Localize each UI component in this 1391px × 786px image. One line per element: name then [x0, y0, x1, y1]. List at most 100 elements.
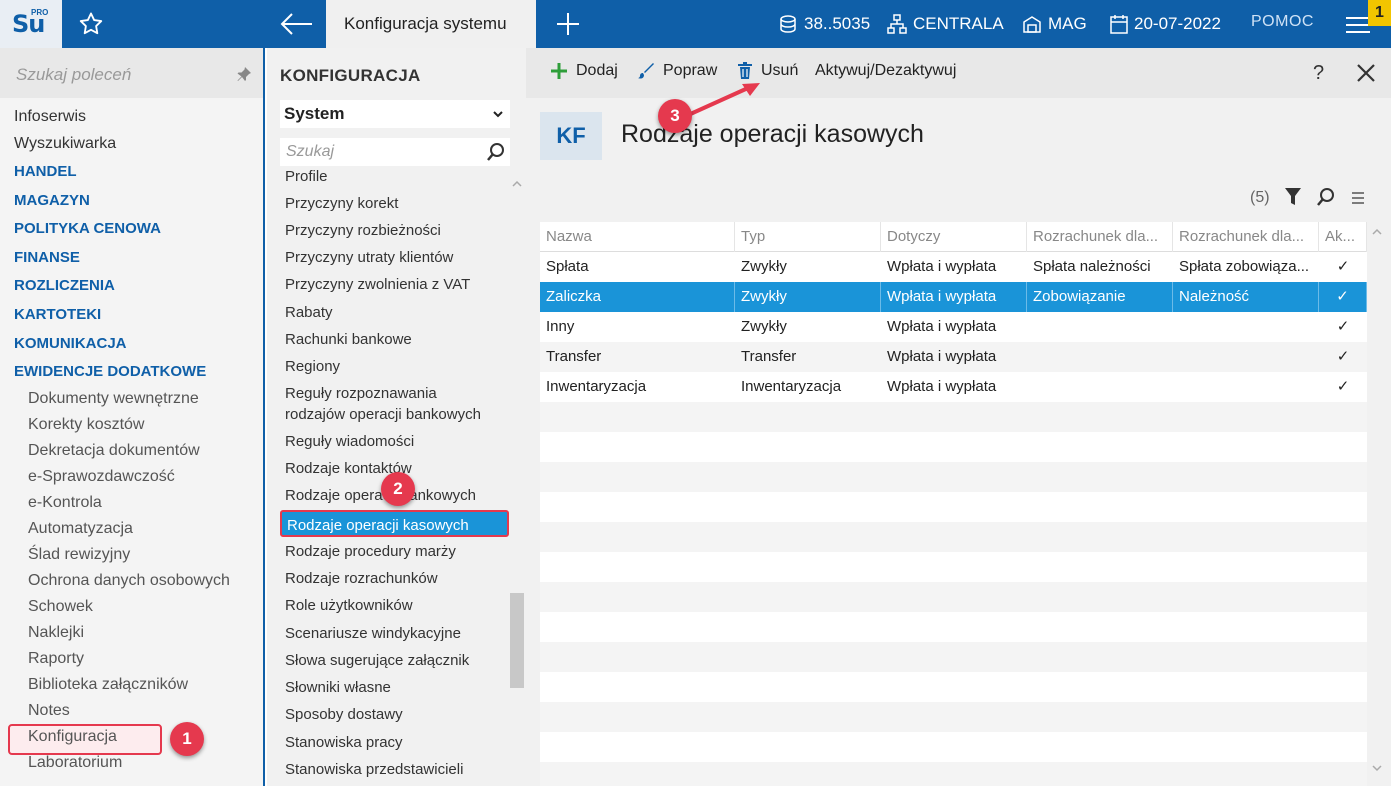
- date-indicator[interactable]: 20-07-2022: [1110, 0, 1221, 48]
- nav-item[interactable]: Ochrona danych osobowych: [28, 572, 230, 590]
- brush-icon: [638, 63, 654, 79]
- nav-item[interactable]: Biblioteka załączników: [28, 676, 188, 694]
- database-indicator[interactable]: 38..5035: [778, 0, 870, 48]
- back-arrow-icon[interactable]: [276, 8, 316, 40]
- nav-item[interactable]: ROZLICZENIA: [14, 277, 115, 294]
- config-item-selected[interactable]: Rodzaje operacji kasowych: [280, 510, 509, 537]
- pin-icon[interactable]: [236, 66, 252, 82]
- nav-item[interactable]: Dokumenty wewnętrzne: [28, 390, 199, 408]
- table-row[interactable]: Inwentaryzacja Inwentaryzacja Wpłata i wyp…: [540, 372, 1367, 402]
- column-header[interactable]: Ak...: [1319, 222, 1367, 252]
- config-item[interactable]: Stanowiska przedstawicieli: [285, 759, 463, 780]
- table-cell: Transfer: [741, 348, 797, 365]
- empty-row: [540, 762, 1367, 786]
- nav-item[interactable]: KOMUNIKACJA: [14, 335, 127, 352]
- column-header[interactable]: Rozrachunek dla...: [1027, 222, 1173, 252]
- config-item[interactable]: Scenariusze windykacyjne: [285, 623, 461, 644]
- nav-item[interactable]: Ślad rewizyjny: [28, 546, 130, 564]
- nav-item[interactable]: Konfiguracja: [28, 728, 117, 746]
- branch-indicator[interactable]: CENTRALA: [887, 0, 1004, 48]
- config-item[interactable]: Sposoby dostawy: [285, 704, 403, 725]
- config-item[interactable]: Role użytkowników: [285, 595, 413, 616]
- star-icon[interactable]: [76, 10, 106, 38]
- filter-icon[interactable]: [1284, 187, 1302, 207]
- nav-item[interactable]: FINANSE: [14, 249, 80, 266]
- content-area: KF Rodzaje operacji kasowych (5) Nazwa Ty…: [526, 98, 1391, 786]
- empty-row: [540, 672, 1367, 702]
- help-icon[interactable]: ?: [1313, 62, 1324, 85]
- nav-item[interactable]: e-Sprawozdawczość: [28, 468, 175, 486]
- table-cell: Spłata zobowiąza...: [1179, 258, 1310, 275]
- help-link[interactable]: POMOC: [1251, 13, 1314, 31]
- database-icon: [780, 15, 796, 33]
- config-item[interactable]: Przyczyny zwolnienia z VAT: [285, 274, 470, 295]
- nav-item[interactable]: Raporty: [28, 650, 84, 668]
- edit-button[interactable]: Popraw: [637, 62, 717, 80]
- table-cell: [1027, 312, 1173, 342]
- warehouse-indicator[interactable]: MAG: [1022, 0, 1087, 48]
- table-cell: Zwykły: [741, 318, 787, 335]
- nav-item[interactable]: HANDEL: [14, 163, 77, 180]
- tab-konfiguracja-systemu[interactable]: Konfiguracja systemu: [326, 0, 536, 48]
- scroll-down-icon[interactable]: [1371, 762, 1383, 774]
- search-icon[interactable]: [486, 142, 506, 162]
- table-cell: Transfer: [546, 348, 602, 365]
- nav-item[interactable]: POLITYKA CENOWA: [14, 220, 161, 237]
- edit-label: Popraw: [663, 62, 718, 79]
- config-item[interactable]: Rodzaje rozrachunków: [285, 568, 438, 589]
- config-item[interactable]: Przyczyny rozbieżności: [285, 220, 441, 241]
- command-search-input[interactable]: Szukaj poleceń: [0, 48, 263, 98]
- table-row[interactable]: Inny Zwykły Wpłata i wypłata ✓: [540, 312, 1367, 342]
- nav-item[interactable]: KARTOTEKI: [14, 306, 101, 323]
- nav-item[interactable]: e-Kontrola: [28, 494, 102, 512]
- activate-deactivate-button[interactable]: Aktywuj/Dezaktywuj: [815, 62, 956, 80]
- config-item[interactable]: Stanowiska pracy: [285, 732, 403, 753]
- config-item[interactable]: Profile: [285, 168, 328, 187]
- nav-item[interactable]: MAGAZYN: [14, 192, 90, 209]
- app-logo[interactable]: Su PRO: [0, 0, 62, 48]
- nav-item[interactable]: EWIDENCJE DODATKOWE: [14, 363, 206, 380]
- nav-item[interactable]: Naklejki: [28, 624, 84, 642]
- nav-item[interactable]: Automatyzacja: [28, 520, 133, 538]
- config-item[interactable]: Słowniki własne: [285, 677, 391, 698]
- config-item[interactable]: Rachunki bankowe: [285, 329, 412, 350]
- delete-label: Usuń: [761, 62, 799, 79]
- list-scrollbar[interactable]: [510, 593, 524, 688]
- nav-item[interactable]: Schowek: [28, 598, 93, 616]
- config-item[interactable]: Reguły rozpoznawania: [285, 383, 437, 404]
- notification-badge[interactable]: 1: [1368, 0, 1391, 26]
- table-cell: Należność: [1173, 282, 1319, 312]
- nav-item[interactable]: Dekretacja dokumentów: [28, 442, 200, 460]
- close-icon[interactable]: [1356, 63, 1376, 83]
- column-header[interactable]: Rozrachunek dla...: [1173, 222, 1319, 252]
- config-item[interactable]: Przyczyny utraty klientów: [285, 247, 453, 268]
- add-button[interactable]: Dodaj: [550, 62, 618, 80]
- table-cell: Zwykły: [741, 258, 787, 275]
- nav-item[interactable]: Korekty kosztów: [28, 416, 144, 434]
- new-tab-plus-icon[interactable]: [553, 10, 583, 38]
- column-header[interactable]: Typ: [735, 222, 881, 252]
- column-header[interactable]: Dotyczy: [881, 222, 1027, 252]
- nav-item[interactable]: Infoserwis: [14, 108, 86, 126]
- table-row[interactable]: Zaliczka Zwykły Wpłata i wypłata Zobowiązan…: [540, 282, 1367, 312]
- scroll-up-icon[interactable]: [511, 178, 523, 190]
- config-item[interactable]: Przyczyny korekt: [285, 193, 398, 214]
- config-item[interactable]: Słowa sugerujące załącznik: [285, 650, 469, 671]
- delete-button[interactable]: Usuń: [737, 62, 798, 80]
- search-icon[interactable]: [1316, 187, 1336, 207]
- nav-item[interactable]: Notes: [28, 702, 70, 720]
- column-header[interactable]: Nazwa: [540, 222, 735, 252]
- config-item[interactable]: Reguły wiadomości: [285, 431, 414, 452]
- config-search-input[interactable]: Szukaj: [280, 138, 510, 166]
- nav-item[interactable]: Laboratorium: [28, 754, 122, 772]
- config-item[interactable]: Regiony: [285, 356, 340, 377]
- nav-item[interactable]: Wyszukiwarka: [14, 135, 116, 153]
- config-item[interactable]: Rabaty: [285, 302, 333, 323]
- config-item[interactable]: Rodzaje procedury marży: [285, 541, 456, 562]
- config-item[interactable]: rodzajów operacji bankowych: [285, 404, 481, 425]
- scroll-up-icon[interactable]: [1371, 226, 1383, 238]
- list-menu-icon[interactable]: [1351, 191, 1365, 205]
- table-row[interactable]: Transfer Transfer Wpłata i wypłata ✓: [540, 342, 1367, 372]
- table-row[interactable]: Spłata Zwykły Wpłata i wypłata Spłata należ…: [540, 252, 1367, 282]
- config-group-select[interactable]: System: [280, 100, 510, 128]
